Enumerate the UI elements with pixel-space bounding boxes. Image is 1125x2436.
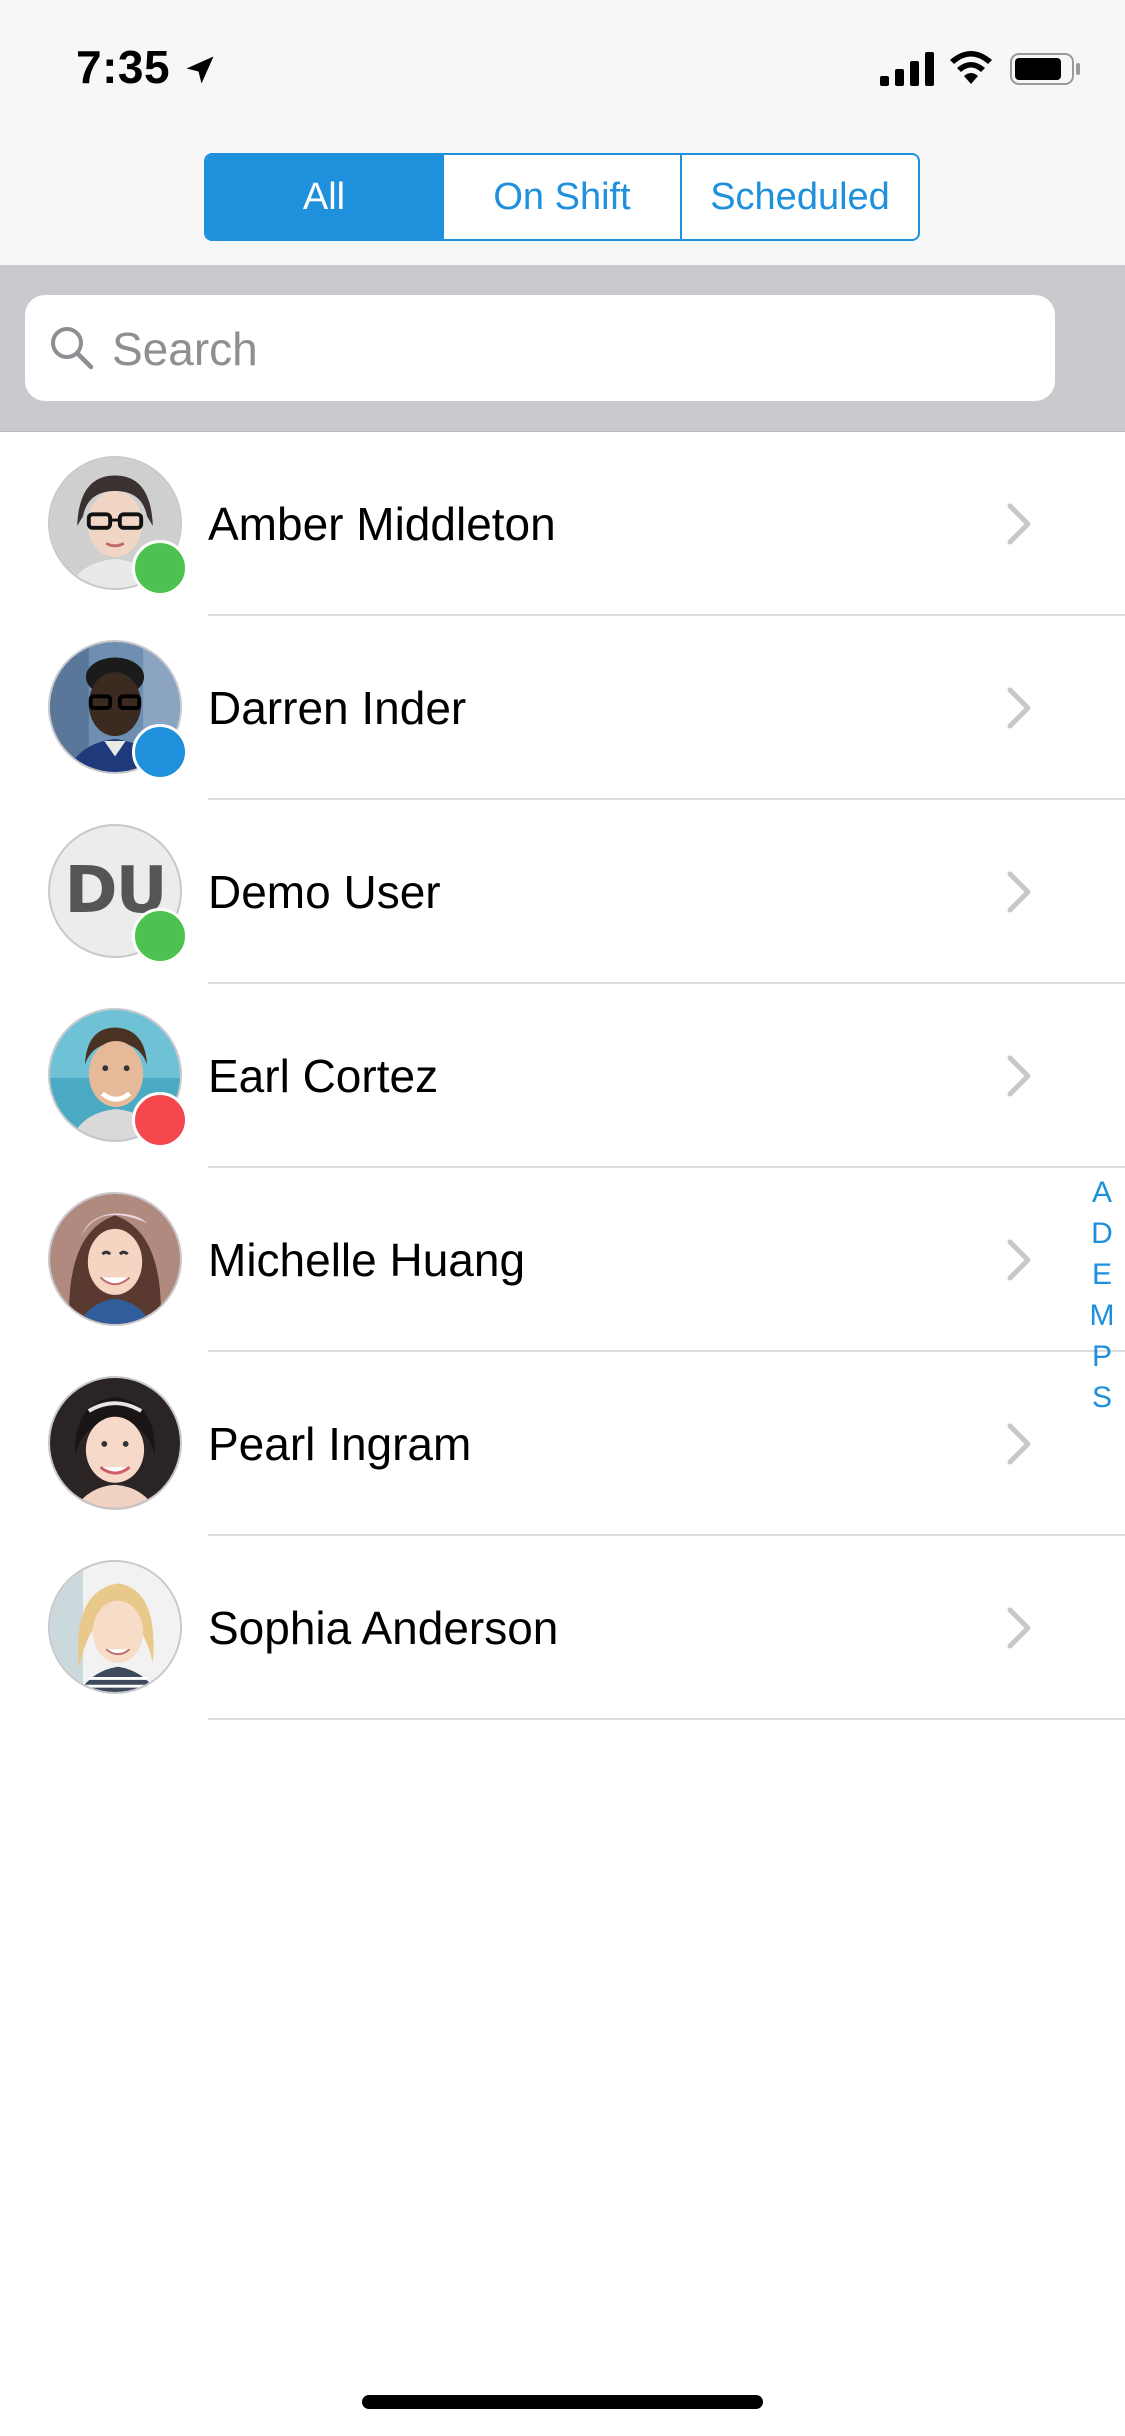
segment-all[interactable]: All — [206, 155, 444, 239]
status-bar: 7:35 — [0, 0, 1125, 130]
list-item[interactable]: DU Demo User — [0, 800, 1125, 984]
segment-on-shift[interactable]: On Shift — [444, 155, 682, 239]
index-letter-e[interactable]: E — [1082, 1254, 1122, 1295]
chevron-right-icon — [1007, 687, 1031, 729]
index-letter-d[interactable]: D — [1082, 1213, 1122, 1254]
offline-status-dot — [132, 1092, 188, 1148]
chevron-right-icon — [1007, 1239, 1031, 1281]
location-arrow-icon — [186, 56, 214, 84]
online-status-dot — [132, 908, 188, 964]
avatar — [48, 1376, 182, 1510]
contact-name: Demo User — [208, 866, 441, 918]
index-letter-m[interactable]: M — [1082, 1295, 1122, 1336]
wifi-icon — [950, 51, 992, 84]
segmented-control: All On Shift Scheduled — [204, 153, 920, 241]
contact-list: Amber Middleton Darren Inder DU Demo Use… — [0, 432, 1125, 1720]
index-letter-s[interactable]: S — [1082, 1377, 1122, 1418]
index-letter-a[interactable]: A — [1082, 1172, 1122, 1213]
section-index[interactable]: A D E M P S — [1082, 1172, 1122, 1418]
list-item[interactable]: Amber Middleton — [0, 432, 1125, 616]
contact-name: Pearl Ingram — [208, 1418, 472, 1470]
index-letter-p[interactable]: P — [1082, 1336, 1122, 1377]
cellular-signal-icon — [880, 52, 934, 86]
list-item[interactable]: Pearl Ingram — [0, 1352, 1125, 1536]
search-box[interactable] — [25, 295, 1055, 403]
search-input[interactable] — [110, 295, 1034, 403]
on-shift-status-dot — [132, 724, 188, 780]
contact-name: Sophia Anderson — [208, 1602, 559, 1654]
search-icon — [51, 327, 94, 370]
list-item[interactable]: Earl Cortez — [0, 984, 1125, 1168]
row-separator — [208, 1718, 1125, 1720]
chevron-right-icon — [1007, 871, 1031, 913]
online-status-dot — [132, 540, 188, 596]
contact-name: Darren Inder — [208, 682, 467, 734]
chevron-right-icon — [1007, 1055, 1031, 1097]
chevron-right-icon — [1007, 1607, 1031, 1649]
chevron-right-icon — [1007, 1423, 1031, 1465]
home-indicator[interactable] — [362, 2395, 763, 2409]
chevron-right-icon — [1007, 503, 1031, 545]
search-bar — [0, 265, 1125, 432]
avatar — [48, 1192, 182, 1326]
contact-name: Earl Cortez — [208, 1050, 439, 1102]
avatar — [48, 1560, 182, 1694]
list-item[interactable]: Sophia Anderson — [0, 1536, 1125, 1720]
battery-icon — [1010, 53, 1080, 85]
filter-bar: All On Shift Scheduled — [0, 130, 1125, 265]
contact-name: Michelle Huang — [208, 1234, 526, 1286]
contact-name: Amber Middleton — [208, 498, 556, 550]
segment-scheduled[interactable]: Scheduled — [682, 155, 918, 239]
contacts-screen: 7:35 All On Shift Scheduled Search Amber… — [0, 0, 1125, 2436]
list-item[interactable]: Darren Inder — [0, 616, 1125, 800]
list-item[interactable]: Michelle Huang — [0, 1168, 1125, 1352]
status-time: 7:35 — [76, 41, 171, 93]
